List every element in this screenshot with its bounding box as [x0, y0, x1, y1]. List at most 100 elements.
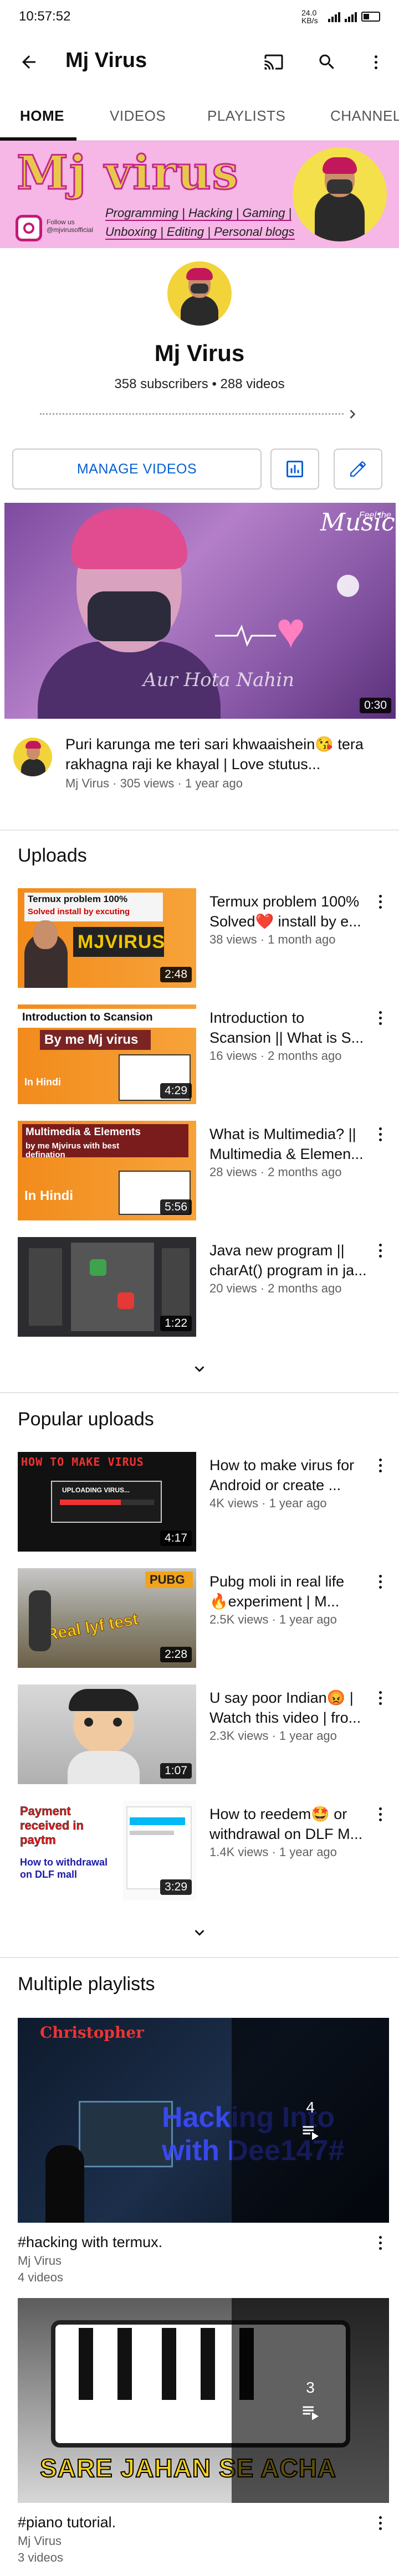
- playlist-thumbnail[interactable]: SARE JAHAN SE ACHA 3: [18, 2298, 389, 2503]
- tab-home[interactable]: HOME: [20, 107, 64, 125]
- video-meta: 2.5K views · 1 year ago: [209, 1612, 337, 1626]
- playlist-count: 4 videos: [18, 2270, 63, 2284]
- video-thumbnail[interactable]: 1:07: [18, 1684, 196, 1784]
- more-vert-icon: [378, 1458, 382, 1472]
- video-thumbnail[interactable]: Multimedia & Elements by me Mjvirus with…: [18, 1121, 196, 1220]
- video-thumbnail[interactable]: HOW TO MAKE VIRUS UPLOADING VIRUS... 4:1…: [18, 1452, 196, 1552]
- search-button[interactable]: [314, 49, 340, 75]
- status-bar: 10:57:52 24.0 KB/s: [0, 0, 399, 33]
- video-meta: 16 views · 2 months ago: [209, 1049, 342, 1063]
- video-thumbnail[interactable]: PUBG Real lyf test 2:28: [18, 1568, 196, 1668]
- chevron-down-icon: [195, 1930, 204, 1936]
- video-title: How to reedem🤩 or withdrawal on DLF M...: [209, 1806, 363, 1842]
- featured-video-thumbnail[interactable]: Feel the Music ♥ Aur Hota Nahin 0:30: [4, 503, 396, 719]
- playlist-title[interactable]: #hacking with termux.: [18, 2234, 162, 2251]
- video-row[interactable]: Multimedia & Elements by me Mjvirus with…: [18, 1121, 389, 1220]
- video-thumbnail[interactable]: 1:22: [18, 1237, 196, 1337]
- video-row[interactable]: Payment received in paytm How to withdra…: [18, 1801, 389, 1900]
- analytics-icon: [287, 461, 303, 477]
- thumb-text: Termux problem 100%: [28, 894, 128, 904]
- tab-channels[interactable]: CHANNELS: [330, 107, 399, 125]
- video-more-button[interactable]: [372, 1803, 388, 1825]
- more-options-button[interactable]: [362, 49, 389, 75]
- channel-banner: Mj virus Programming | Hacking | Gaming …: [0, 141, 399, 248]
- more-vert-icon: [378, 1011, 382, 1025]
- thumb-text: MJVIRUS: [78, 931, 166, 952]
- tab-playlists[interactable]: PLAYLISTS: [207, 107, 285, 125]
- back-button[interactable]: [16, 49, 42, 75]
- section-divider: [0, 830, 399, 831]
- video-more-button[interactable]: [372, 890, 388, 913]
- video-duration: 1:22: [160, 1316, 192, 1331]
- playlist-channel: Mj Virus: [18, 2254, 62, 2268]
- video-more-button[interactable]: [372, 1239, 388, 1261]
- playlist-icon: [303, 2406, 319, 2420]
- analytics-button[interactable]: [270, 449, 319, 490]
- search-icon: [319, 54, 334, 69]
- featured-video-title: Puri karunga me teri sari khwaaishein😘 t…: [65, 736, 364, 772]
- playlist-title[interactable]: #piano tutorial.: [18, 2514, 116, 2531]
- video-more-button[interactable]: [372, 1123, 388, 1145]
- video-row[interactable]: 1:22 Java new program || charAt() progra…: [18, 1237, 389, 1337]
- page-title: Mj Virus: [65, 49, 147, 72]
- uploads-heading[interactable]: Uploads: [18, 845, 87, 867]
- video-row[interactable]: Termux problem 100% Solved install by ex…: [18, 888, 389, 988]
- instagram-icon: [16, 215, 42, 241]
- video-more-button[interactable]: [372, 1570, 388, 1593]
- status-time: 10:57:52: [19, 9, 71, 24]
- app-bar: Mj Virus: [0, 33, 399, 91]
- thumb-text: Payment received in paytm: [20, 1804, 84, 1847]
- featured-video-meta: Mj Virus · 305 views · 1 year ago: [65, 776, 243, 790]
- video-row[interactable]: HOW TO MAKE VIRUS UPLOADING VIRUS... 4:1…: [18, 1452, 389, 1552]
- description-expand-button[interactable]: [341, 403, 364, 425]
- video-title: Termux problem 100% Solved❤️ install by …: [209, 893, 361, 930]
- video-row[interactable]: PUBG Real lyf test 2:28 Pubg moli in rea…: [18, 1568, 389, 1668]
- video-meta: 28 views · 2 months ago: [209, 1165, 342, 1179]
- arrow-left-icon: [22, 55, 35, 69]
- video-duration: 3:29: [160, 1879, 192, 1895]
- video-title: How to make virus for Android or create …: [209, 1457, 355, 1493]
- video-thumbnail[interactable]: Introduction to Scansion By me Mj virus …: [18, 1004, 196, 1104]
- video-more-button[interactable]: [372, 1687, 388, 1709]
- video-duration: 5:56: [160, 1199, 192, 1215]
- video-meta: 1.4K views · 1 year ago: [209, 1845, 337, 1859]
- thumb-caption: Aur Hota Nahin: [143, 669, 295, 691]
- banner-portrait: [293, 147, 387, 241]
- playlists-heading[interactable]: Multiple playlists: [18, 1974, 155, 1995]
- channel-description-placeholder[interactable]: [40, 413, 344, 420]
- thumb-text: Solved install by excuting: [28, 907, 130, 916]
- uploads-expand-button[interactable]: [188, 1358, 211, 1380]
- playlist-more-button[interactable]: [372, 2512, 388, 2534]
- more-vert-icon: [378, 2516, 382, 2530]
- video-meta: 38 views · 1 month ago: [209, 932, 336, 946]
- heart-icon: ♥: [276, 603, 306, 658]
- playlist-meta: Mj Virus 4 videos: [18, 2253, 63, 2286]
- playlist-video-count: 4: [306, 2099, 315, 2116]
- featured-video-info[interactable]: Puri karunga me teri sari khwaaishein😘 t…: [13, 734, 386, 795]
- video-more-button[interactable]: [372, 1454, 388, 1476]
- video-title: U say poor Indian😡 | Watch this video | …: [209, 1689, 361, 1726]
- thumb-text: By me Mj virus: [44, 1032, 139, 1047]
- video-more-button[interactable]: [372, 1007, 388, 1029]
- popular-uploads-heading[interactable]: Popular uploads: [18, 1409, 154, 1430]
- video-thumbnail[interactable]: Payment received in paytm How to withdra…: [18, 1801, 196, 1900]
- channel-avatar-small[interactable]: [13, 738, 52, 776]
- manage-videos-button[interactable]: MANAGE VIDEOS: [12, 449, 262, 490]
- thumb-text: In Hindi: [24, 1188, 73, 1203]
- cast-button[interactable]: [260, 49, 287, 75]
- popular-expand-button[interactable]: [188, 1921, 211, 1944]
- video-title: Java new program || charAt() program in …: [209, 1242, 367, 1279]
- video-thumbnail[interactable]: Termux problem 100% Solved install by ex…: [18, 888, 196, 988]
- video-row[interactable]: Introduction to Scansion By me Mj virus …: [18, 1004, 389, 1104]
- edit-channel-button[interactable]: [334, 449, 382, 490]
- playlist-thumbnail[interactable]: Christopher Hacking Into with Dee147# 4: [18, 2018, 389, 2223]
- tab-videos[interactable]: VIDEOS: [110, 107, 166, 125]
- thumb-text: Introduction to Scansion: [22, 1011, 153, 1023]
- video-duration: 2:48: [160, 967, 192, 982]
- playlist-more-button[interactable]: [372, 2232, 388, 2254]
- wifi-signal-icon: [328, 11, 340, 22]
- status-icons: 24.0 KB/s: [301, 9, 380, 24]
- more-vert-icon: [378, 894, 382, 909]
- video-row[interactable]: 1:07 U say poor Indian😡 | Watch this vid…: [18, 1684, 389, 1784]
- thumb-text: UPLOADING VIRUS...: [62, 1486, 130, 1494]
